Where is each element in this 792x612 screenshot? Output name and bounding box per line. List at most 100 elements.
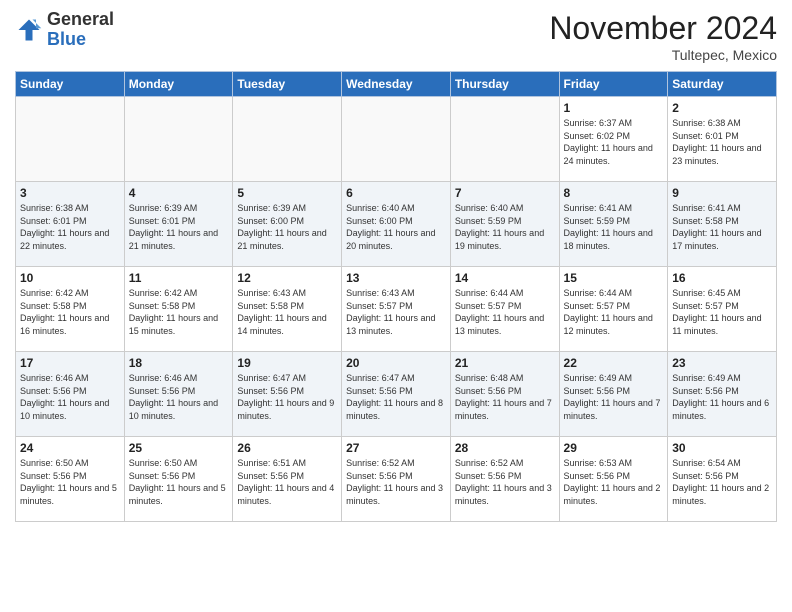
- logo: General Blue: [15, 10, 114, 50]
- day-number: 20: [346, 356, 446, 370]
- table-row: 18Sunrise: 6:46 AMSunset: 5:56 PMDayligh…: [124, 352, 233, 437]
- logo-general-text: General: [47, 9, 114, 29]
- day-number: 27: [346, 441, 446, 455]
- day-number: 23: [672, 356, 772, 370]
- calendar-week-row: 3 Sunrise: 6:38 AMSunset: 6:01 PMDaylight…: [16, 182, 777, 267]
- calendar-header-row: Sunday Monday Tuesday Wednesday Thursday…: [16, 72, 777, 97]
- day-number: 7: [455, 186, 555, 200]
- day-number: 1: [564, 101, 664, 115]
- day-number: 18: [129, 356, 229, 370]
- day-info: Sunrise: 6:52 AMSunset: 5:56 PMDaylight:…: [455, 457, 555, 507]
- day-info: Sunrise: 6:43 AMSunset: 5:57 PMDaylight:…: [346, 287, 446, 337]
- calendar-table: Sunday Monday Tuesday Wednesday Thursday…: [15, 71, 777, 522]
- day-number: 2: [672, 101, 772, 115]
- day-number: 21: [455, 356, 555, 370]
- table-row: 12 Sunrise: 6:43 AMSunset: 5:58 PMDayligh…: [233, 267, 342, 352]
- location: Tultepec, Mexico: [549, 47, 777, 63]
- day-number: 10: [20, 271, 120, 285]
- table-row: 1 Sunrise: 6:37 AMSunset: 6:02 PMDaylight…: [559, 97, 668, 182]
- day-info: Sunrise: 6:42 AMSunset: 5:58 PMDaylight:…: [20, 287, 120, 337]
- day-info: Sunrise: 6:43 AMSunset: 5:58 PMDaylight:…: [237, 287, 337, 337]
- table-row: 13 Sunrise: 6:43 AMSunset: 5:57 PMDayligh…: [342, 267, 451, 352]
- table-row: 14 Sunrise: 6:44 AMSunset: 5:57 PMDayligh…: [450, 267, 559, 352]
- day-number: 17: [20, 356, 120, 370]
- day-number: 6: [346, 186, 446, 200]
- col-thursday: Thursday: [450, 72, 559, 97]
- col-tuesday: Tuesday: [233, 72, 342, 97]
- day-number: 16: [672, 271, 772, 285]
- col-sunday: Sunday: [16, 72, 125, 97]
- day-number: 25: [129, 441, 229, 455]
- day-number: 5: [237, 186, 337, 200]
- calendar-page: General Blue November 2024 Tultepec, Mex…: [0, 0, 792, 612]
- day-number: 24: [20, 441, 120, 455]
- table-row: 20 Sunrise: 6:47 AMSunset: 5:56 PMDayligh…: [342, 352, 451, 437]
- title-block: November 2024 Tultepec, Mexico: [549, 10, 777, 63]
- day-number: 14: [455, 271, 555, 285]
- table-row: 15Sunrise: 6:44 AMSunset: 5:57 PMDayligh…: [559, 267, 668, 352]
- day-number: 3: [20, 186, 120, 200]
- day-info: Sunrise: 6:49 AMSunset: 5:56 PMDaylight:…: [672, 372, 772, 422]
- table-row: 16 Sunrise: 6:45 AMSunset: 5:57 PMDayligh…: [668, 267, 777, 352]
- logo-blue-text: Blue: [47, 29, 86, 49]
- table-row: 10 Sunrise: 6:42 AMSunset: 5:58 PMDayligh…: [16, 267, 125, 352]
- table-row: 4 Sunrise: 6:39 AMSunset: 6:01 PMDaylight…: [124, 182, 233, 267]
- day-number: 26: [237, 441, 337, 455]
- table-row: 25Sunrise: 6:50 AMSunset: 5:56 PMDayligh…: [124, 437, 233, 522]
- table-row: 11 Sunrise: 6:42 AMSunset: 5:58 PMDayligh…: [124, 267, 233, 352]
- table-row: [124, 97, 233, 182]
- col-wednesday: Wednesday: [342, 72, 451, 97]
- table-row: [342, 97, 451, 182]
- table-row: [233, 97, 342, 182]
- day-number: 22: [564, 356, 664, 370]
- day-info: Sunrise: 6:37 AMSunset: 6:02 PMDaylight:…: [564, 117, 664, 167]
- calendar-week-row: 1 Sunrise: 6:37 AMSunset: 6:02 PMDaylight…: [16, 97, 777, 182]
- day-number: 28: [455, 441, 555, 455]
- day-info: Sunrise: 6:52 AMSunset: 5:56 PMDaylight:…: [346, 457, 446, 507]
- table-row: 5 Sunrise: 6:39 AMSunset: 6:00 PMDaylight…: [233, 182, 342, 267]
- day-number: 9: [672, 186, 772, 200]
- day-info: Sunrise: 6:45 AMSunset: 5:57 PMDaylight:…: [672, 287, 772, 337]
- day-info: Sunrise: 6:40 AMSunset: 6:00 PMDaylight:…: [346, 202, 446, 252]
- table-row: [16, 97, 125, 182]
- calendar-week-row: 24 Sunrise: 6:50 AMSunset: 5:56 PMDayligh…: [16, 437, 777, 522]
- day-number: 30: [672, 441, 772, 455]
- table-row: 28 Sunrise: 6:52 AMSunset: 5:56 PMDayligh…: [450, 437, 559, 522]
- page-header: General Blue November 2024 Tultepec, Mex…: [15, 10, 777, 63]
- col-friday: Friday: [559, 72, 668, 97]
- table-row: 2Sunrise: 6:38 AMSunset: 6:01 PMDaylight…: [668, 97, 777, 182]
- month-title: November 2024: [549, 10, 777, 47]
- day-info: Sunrise: 6:47 AMSunset: 5:56 PMDaylight:…: [237, 372, 337, 422]
- day-number: 4: [129, 186, 229, 200]
- day-number: 12: [237, 271, 337, 285]
- day-info: Sunrise: 6:39 AMSunset: 6:00 PMDaylight:…: [237, 202, 337, 252]
- table-row: 8 Sunrise: 6:41 AMSunset: 5:59 PMDaylight…: [559, 182, 668, 267]
- logo-icon: [15, 16, 43, 44]
- table-row: 3 Sunrise: 6:38 AMSunset: 6:01 PMDaylight…: [16, 182, 125, 267]
- day-info: Sunrise: 6:47 AMSunset: 5:56 PMDaylight:…: [346, 372, 446, 422]
- table-row: 6 Sunrise: 6:40 AMSunset: 6:00 PMDaylight…: [342, 182, 451, 267]
- day-info: Sunrise: 6:39 AMSunset: 6:01 PMDaylight:…: [129, 202, 229, 252]
- table-row: 27 Sunrise: 6:52 AMSunset: 5:56 PMDayligh…: [342, 437, 451, 522]
- table-row: 17Sunrise: 6:46 AMSunset: 5:56 PMDayligh…: [16, 352, 125, 437]
- table-row: 22 Sunrise: 6:49 AMSunset: 5:56 PMDayligh…: [559, 352, 668, 437]
- day-info: Sunrise: 6:44 AMSunset: 5:57 PMDaylight:…: [455, 287, 555, 337]
- day-info: Sunrise: 6:38 AMSunset: 6:01 PMDaylight:…: [20, 202, 120, 252]
- day-number: 13: [346, 271, 446, 285]
- day-info: Sunrise: 6:50 AMSunset: 5:56 PMDaylight:…: [20, 457, 120, 507]
- day-info: Sunrise: 6:51 AMSunset: 5:56 PMDaylight:…: [237, 457, 337, 507]
- day-number: 19: [237, 356, 337, 370]
- day-info: Sunrise: 6:54 AMSunset: 5:56 PMDaylight:…: [672, 457, 772, 507]
- table-row: 7Sunrise: 6:40 AMSunset: 5:59 PMDaylight…: [450, 182, 559, 267]
- table-row: 21Sunrise: 6:48 AMSunset: 5:56 PMDayligh…: [450, 352, 559, 437]
- day-info: Sunrise: 6:44 AMSunset: 5:57 PMDaylight:…: [564, 287, 664, 337]
- day-info: Sunrise: 6:49 AMSunset: 5:56 PMDaylight:…: [564, 372, 664, 422]
- day-info: Sunrise: 6:42 AMSunset: 5:58 PMDaylight:…: [129, 287, 229, 337]
- day-info: Sunrise: 6:41 AMSunset: 5:58 PMDaylight:…: [672, 202, 772, 252]
- day-number: 11: [129, 271, 229, 285]
- day-number: 8: [564, 186, 664, 200]
- table-row: 29Sunrise: 6:53 AMSunset: 5:56 PMDayligh…: [559, 437, 668, 522]
- table-row: 30 Sunrise: 6:54 AMSunset: 5:56 PMDayligh…: [668, 437, 777, 522]
- table-row: 9 Sunrise: 6:41 AMSunset: 5:58 PMDaylight…: [668, 182, 777, 267]
- day-info: Sunrise: 6:41 AMSunset: 5:59 PMDaylight:…: [564, 202, 664, 252]
